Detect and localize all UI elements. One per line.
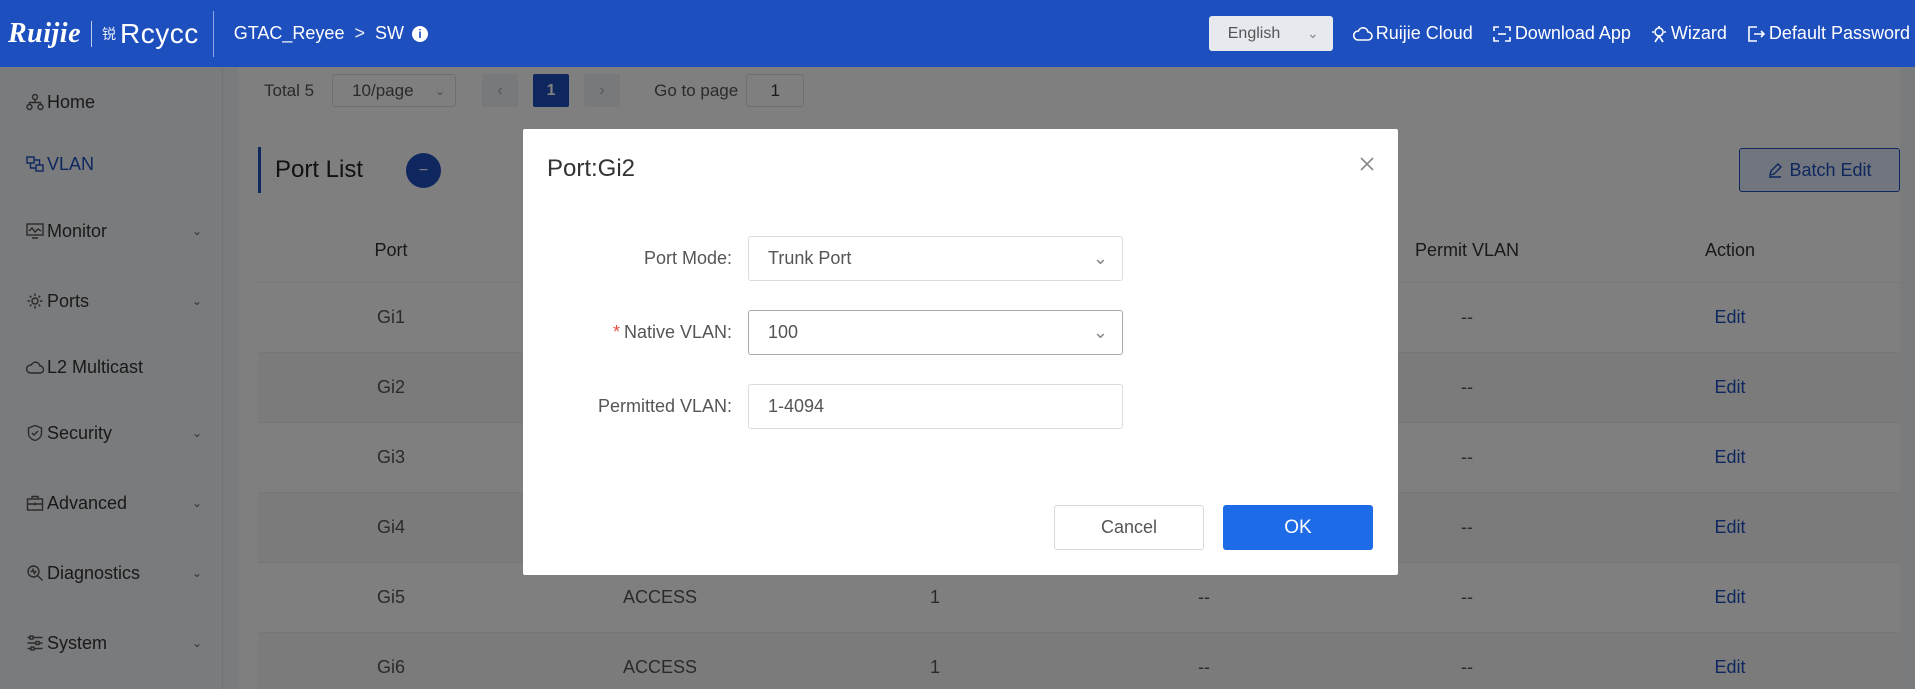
chevron-right-icon: > xyxy=(354,23,365,43)
port-mode-label: Port Mode: xyxy=(643,248,732,268)
logout-icon xyxy=(1748,25,1766,42)
default-password-link[interactable]: Default Password xyxy=(1746,23,1910,44)
dialog-title: Port:Gi2 xyxy=(547,155,636,182)
language-value: English xyxy=(1227,24,1281,42)
brand-logo[interactable]: Ruijie 锐 Rcycc xyxy=(0,0,199,67)
native-vlan-row: * Native VLAN: 100 ⌄ xyxy=(523,310,1398,355)
ok-button[interactable]: OK xyxy=(1223,505,1373,550)
port-mode-row: Port Mode: Trunk Port ⌄ xyxy=(523,236,1398,281)
native-vlan-value: 100 xyxy=(768,322,799,342)
port-mode-select[interactable]: Trunk Port ⌄ xyxy=(748,236,1123,281)
logo-divider xyxy=(91,20,93,47)
native-vlan-label-wrap: * Native VLAN: xyxy=(523,322,732,343)
permitted-vlan-value: 1-4094 xyxy=(768,396,825,416)
chevron-down-icon: ⌄ xyxy=(1092,248,1108,268)
chevron-down-icon: ⌄ xyxy=(1307,25,1319,41)
native-vlan-select[interactable]: 100 ⌄ xyxy=(748,310,1123,355)
download-app-link[interactable]: Download App xyxy=(1492,23,1631,44)
download-app-label: Download App xyxy=(1514,23,1631,43)
port-edit-dialog: Port:Gi2 Port Mode: Trunk Port ⌄ * Native… xyxy=(523,129,1398,575)
chevron-down-icon: ⌄ xyxy=(1092,322,1108,342)
header-divider xyxy=(212,10,214,57)
cancel-button[interactable]: Cancel xyxy=(1054,505,1204,550)
header-actions: English ⌄ Ruijie Cloud Download App Wiza… xyxy=(1208,0,1915,67)
info-icon[interactable]: i xyxy=(411,25,428,42)
close-icon[interactable] xyxy=(1358,155,1376,173)
native-vlan-label: Native VLAN: xyxy=(623,322,732,342)
ruijie-cloud-label: Ruijie Cloud xyxy=(1375,23,1473,43)
download-app-icon xyxy=(1493,25,1511,42)
reyee-logo: Rcycc xyxy=(120,17,199,49)
reyee-logo-mark: 锐 xyxy=(102,25,117,42)
wizard-link[interactable]: Wizard xyxy=(1650,23,1727,44)
ruijie-logo: Ruijie xyxy=(8,17,82,49)
breadcrumb-network[interactable]: GTAC_Reyee xyxy=(234,23,345,44)
breadcrumb: GTAC_Reyee > SW i xyxy=(234,23,428,44)
top-bar: Ruijie 锐 Rcycc GTAC_Reyee > SW i English… xyxy=(0,0,1915,67)
cloud-icon xyxy=(1352,26,1373,41)
required-marker: * xyxy=(612,322,620,342)
default-password-label: Default Password xyxy=(1768,23,1910,43)
breadcrumb-device[interactable]: SW xyxy=(375,23,404,44)
permitted-vlan-input[interactable]: 1-4094 xyxy=(748,384,1123,429)
permitted-vlan-label: Permitted VLAN: xyxy=(597,396,732,416)
wizard-icon xyxy=(1651,25,1666,42)
port-mode-value: Trunk Port xyxy=(768,248,852,268)
ruijie-cloud-link[interactable]: Ruijie Cloud xyxy=(1352,23,1473,44)
wizard-label: Wizard xyxy=(1670,23,1727,43)
permitted-vlan-row: Permitted VLAN: 1-4094 xyxy=(523,384,1398,429)
language-select[interactable]: English ⌄ xyxy=(1208,16,1333,51)
